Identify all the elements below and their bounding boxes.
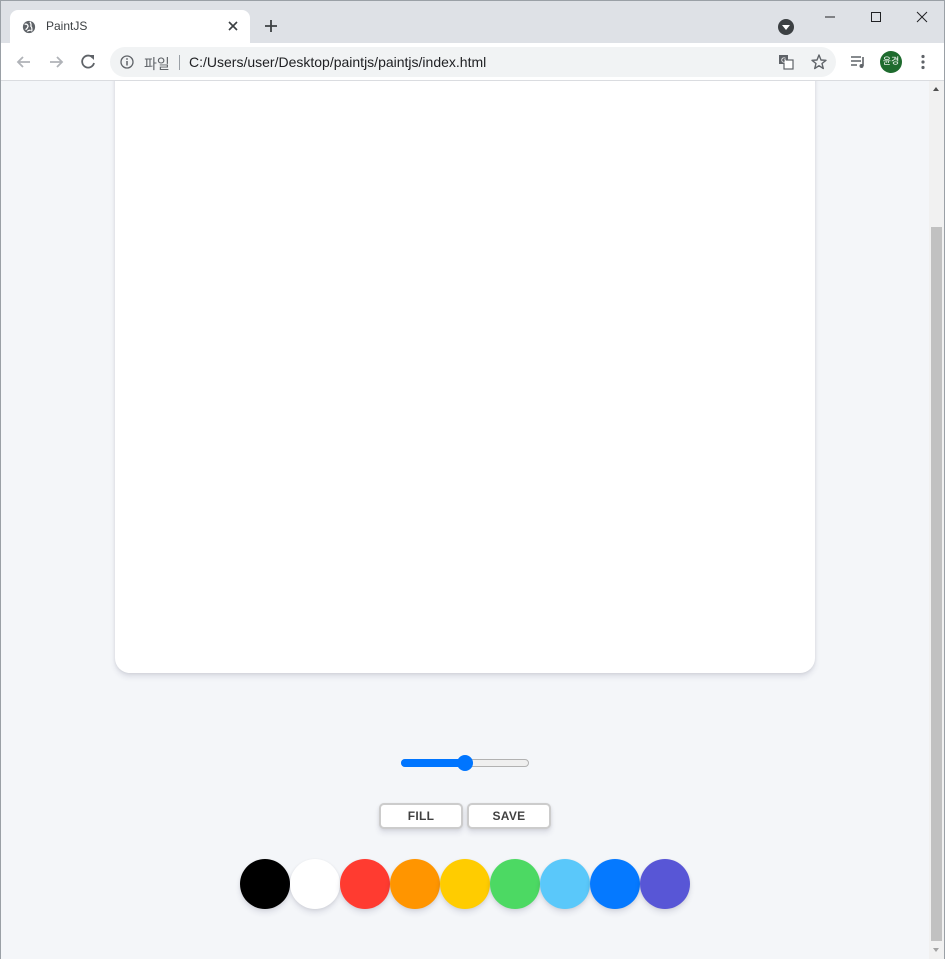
tab-paintjs[interactable]: PaintJS	[10, 10, 250, 44]
browser-toolbar: 파일 C:/Users/user/Desktop/paintjs/paintjs…	[1, 43, 944, 81]
tab-close-icon[interactable]	[225, 18, 241, 34]
close-window-button[interactable]	[899, 1, 945, 33]
vertical-scrollbar[interactable]	[929, 81, 944, 959]
color-swatch-2[interactable]	[290, 859, 340, 909]
tab-title: PaintJS	[46, 19, 88, 33]
paint-canvas[interactable]	[115, 81, 815, 673]
maximize-button[interactable]	[853, 1, 899, 33]
scroll-thumb[interactable]	[931, 227, 942, 941]
color-swatch-3[interactable]	[340, 859, 390, 909]
minimize-button[interactable]	[807, 1, 853, 33]
minimize-icon	[825, 16, 835, 18]
new-tab-icon[interactable]	[263, 18, 279, 34]
slider-fill	[401, 759, 465, 767]
close-icon	[916, 11, 928, 23]
reload-icon[interactable]	[78, 52, 98, 72]
profile-avatar[interactable]: 윤경	[880, 51, 902, 73]
omnibox-divider	[179, 55, 180, 70]
color-swatch-8[interactable]	[590, 859, 640, 909]
slider-thumb[interactable]	[457, 755, 473, 771]
menu-icon[interactable]	[914, 53, 932, 71]
color-swatch-5[interactable]	[440, 859, 490, 909]
scroll-down-arrow[interactable]	[929, 942, 944, 959]
scroll-up-arrow[interactable]	[929, 81, 944, 98]
color-swatch-4[interactable]	[390, 859, 440, 909]
star-icon[interactable]	[810, 53, 828, 71]
back-icon[interactable]	[14, 52, 34, 72]
brush-size-slider[interactable]	[401, 755, 529, 771]
globe-icon	[22, 20, 36, 34]
color-swatch-1[interactable]	[240, 859, 290, 909]
url-text[interactable]: C:/Users/user/Desktop/paintjs/paintjs/in…	[189, 54, 486, 70]
address-bar[interactable]: 파일 C:/Users/user/Desktop/paintjs/paintjs…	[110, 47, 836, 77]
tab-search-icon[interactable]	[778, 19, 794, 35]
translate-icon[interactable]: G	[778, 54, 794, 70]
fill-button[interactable]: FILL	[379, 803, 463, 829]
color-swatch-7[interactable]	[540, 859, 590, 909]
media-icon[interactable]	[849, 53, 867, 71]
color-swatch-9[interactable]	[640, 859, 690, 909]
browser-window: PaintJS 파일 C:/Users/user/Desktop/paintjs…	[0, 0, 945, 959]
tab-strip: PaintJS	[1, 1, 945, 44]
url-scheme-label: 파일	[144, 57, 170, 73]
maximize-icon	[871, 12, 881, 22]
color-palette	[240, 859, 690, 909]
color-swatch-6[interactable]	[490, 859, 540, 909]
page-content: FILL SAVE	[1, 81, 929, 959]
save-button[interactable]: SAVE	[467, 803, 551, 829]
info-icon[interactable]	[120, 55, 134, 69]
forward-icon[interactable]	[46, 52, 66, 72]
svg-text:G: G	[781, 57, 786, 65]
